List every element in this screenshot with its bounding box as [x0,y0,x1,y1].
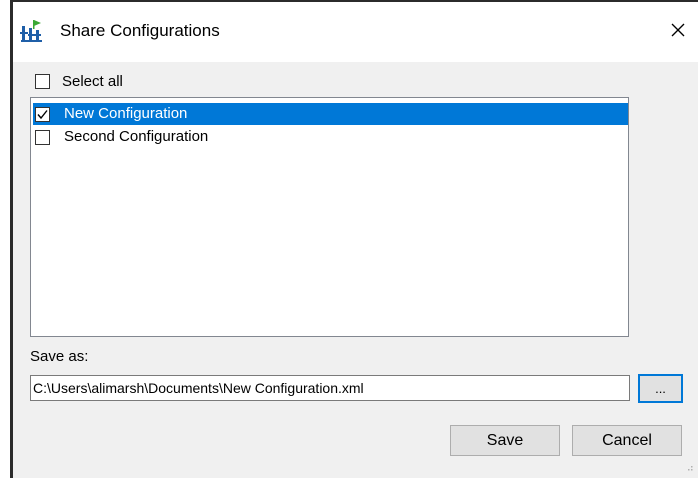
list-item-second-configuration[interactable]: Second Configuration [33,126,628,148]
dialog-title: Share Configurations [60,21,220,40]
background-margin [0,0,10,478]
list-item-new-configuration[interactable]: New Configuration [33,103,628,125]
list-item-label: Second Configuration [64,128,209,145]
new-configuration-checkbox[interactable] [35,107,50,122]
browse-button[interactable]: ... [638,374,683,403]
window-left-border [10,0,13,478]
second-configuration-checkbox[interactable] [35,130,50,145]
close-icon[interactable] [666,18,690,42]
list-item-label: New Configuration [64,105,188,122]
save-path-field[interactable] [30,375,630,401]
configurations-list[interactable]: New Configuration Second Configuration [30,97,629,337]
check-icon [37,110,48,120]
select-all-label[interactable]: Select all [62,73,123,90]
app-logo-icon [20,20,42,42]
save-button[interactable]: Save [450,425,560,456]
share-configurations-dialog: Share Configurations Select all New Conf… [0,0,698,478]
resize-grip-icon[interactable] [684,462,694,472]
select-all-checkbox[interactable] [35,74,50,89]
save-as-label: Save as: [30,348,89,365]
cancel-button[interactable]: Cancel [572,425,682,456]
